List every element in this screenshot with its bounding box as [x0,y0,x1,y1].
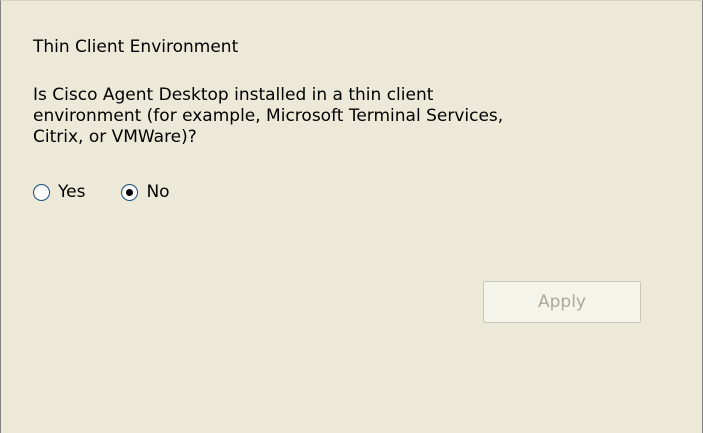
apply-button[interactable]: Apply [483,281,641,323]
radio-no-button[interactable] [121,183,139,201]
thin-client-radio-group: Yes No [33,181,206,203]
radio-yes-button[interactable] [33,183,50,201]
radio-option-yes[interactable]: Yes [33,182,85,202]
question-line: environment (for example, Microsoft Term… [33,106,504,126]
question-line: Citrix, or VMWare)? [33,127,197,147]
thin-client-panel: Thin Client Environment Is Cisco Agent D… [0,0,703,433]
radio-yes-label[interactable]: Yes [58,182,85,202]
question-line: Is Cisco Agent Desktop installed in a th… [33,85,434,105]
radio-option-no[interactable]: No [121,182,170,202]
section-title: Thin Client Environment [33,37,239,57]
thin-client-question: Is Cisco Agent Desktop installed in a th… [33,85,593,148]
radio-no-label[interactable]: No [146,182,169,202]
